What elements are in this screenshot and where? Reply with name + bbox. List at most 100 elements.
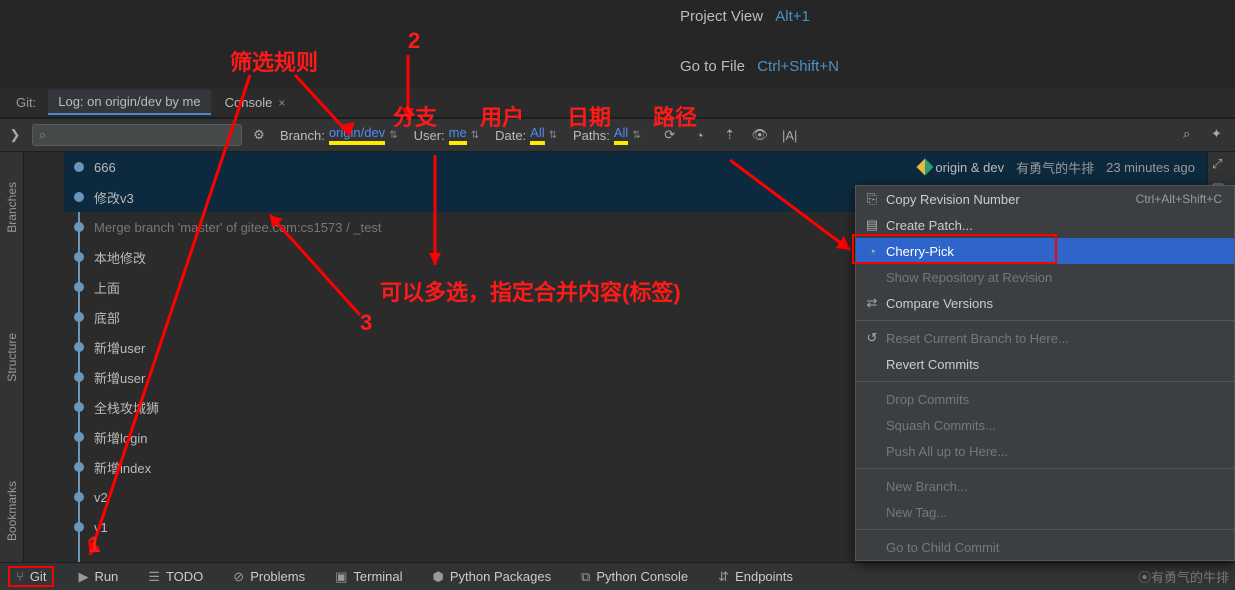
filter-branch[interactable]: Branch: origin/dev ⇅ (276, 125, 402, 145)
expand-icon[interactable]: ⤢ (1208, 152, 1235, 176)
rail-structure[interactable]: Structure (5, 333, 19, 382)
chevron-down-icon: ⇅ (471, 130, 479, 141)
filter-date-value: All (530, 125, 544, 145)
menu-label: Compare Versions (886, 296, 993, 311)
tag-icon (917, 159, 934, 176)
python-packages-icon: ⬢ (433, 569, 444, 585)
commit-message: 666 (94, 160, 919, 175)
todo-icon: ☰ (148, 569, 160, 585)
filter-user[interactable]: User: me ⇅ (410, 125, 484, 145)
chevron-down-icon: ⇅ (389, 130, 397, 141)
commit-dot-icon (74, 162, 84, 172)
filter-branch-label: Branch: (280, 128, 325, 143)
menu-icon: ⎘ (864, 191, 880, 207)
rail-branches[interactable]: Branches (5, 182, 19, 233)
menu-item-compare-versions[interactable]: ⇄ Compare Versions (856, 290, 1234, 316)
bottom-git[interactable]: ⑂Git (8, 566, 54, 587)
menu-icon: ▤ (864, 217, 880, 233)
bottom-todo[interactable]: ☰TODO (142, 567, 209, 587)
search-input[interactable]: ⌕ (32, 124, 242, 146)
auto-import-icon[interactable]: ✦ (1211, 126, 1229, 144)
gear-icon[interactable]: ⚙ (250, 126, 268, 144)
log-toolbar-icons: ⟳ ◔ ⇡ 👁 |A| (661, 126, 1175, 144)
rail-bookmarks[interactable]: Bookmarks (5, 481, 19, 541)
commit-dot-icon (74, 282, 84, 292)
tab-log[interactable]: Log: on origin/dev by me (48, 90, 210, 115)
filter-user-label: User: (414, 128, 445, 143)
filter-paths-label: Paths: (573, 128, 610, 143)
project-view-hint: Project View Alt+1 (680, 8, 810, 25)
commit-dot-icon (74, 462, 84, 472)
goto-file-hint: Go to File Ctrl+Shift+N (680, 58, 839, 75)
bottom-problems[interactable]: ⊘Problems (227, 567, 311, 587)
bottom-python-packages[interactable]: ⬢ Python Packages (427, 567, 558, 587)
commit-dot-icon (74, 312, 84, 322)
menu-label: Drop Commits (886, 392, 969, 407)
menu-item-drop-commits: Drop Commits (856, 386, 1234, 412)
menu-item-reset-current-branch-to-here: ↺Reset Current Branch to Here... (856, 325, 1234, 351)
cherry-pick-icon[interactable]: ◔ (691, 126, 709, 144)
filter-branch-value: origin/dev (329, 125, 385, 145)
left-rail: Branches Structure Bookmarks (0, 152, 24, 562)
menu-icon: ⇄ (864, 295, 880, 311)
filter-date[interactable]: Date: All ⇅ (491, 125, 561, 145)
menu-label: Squash Commits... (886, 418, 996, 433)
menu-separator (856, 381, 1234, 382)
menu-item-revert-commits[interactable]: Revert Commits (856, 351, 1234, 377)
chevron-down-icon: ⇅ (549, 130, 557, 141)
refresh-icon[interactable]: ⟳ (661, 126, 679, 144)
menu-item-copy-revision-number[interactable]: ⎘Copy Revision NumberCtrl+Alt+Shift+C (856, 186, 1234, 212)
menu-label: Show Repository at Revision (886, 270, 1052, 285)
git-icon: ⑂ (16, 569, 24, 584)
goto-file-shortcut: Ctrl+Shift+N (757, 58, 839, 75)
menu-item-cherry-pick[interactable]: ◔Cherry-Pick (856, 238, 1234, 264)
commit-meta: origin & dev有勇气的牛排23 minutes ago (919, 158, 1207, 177)
chevron-right-icon[interactable]: ❯ (6, 127, 24, 143)
search-everywhere-icon[interactable]: ⌕ (1183, 126, 1201, 144)
menu-item-create-patch[interactable]: ▤Create Patch... (856, 212, 1234, 238)
branch-tag-label: origin & dev (935, 160, 1004, 175)
menu-separator (856, 529, 1234, 530)
menu-separator (856, 468, 1234, 469)
menu-item-go-to-child-commit: Go to Child Commit (856, 534, 1234, 560)
menu-separator (856, 320, 1234, 321)
branch-tag[interactable]: origin & dev (919, 160, 1004, 175)
commit-dot-icon (74, 342, 84, 352)
bottom-label: Problems (250, 569, 305, 584)
project-view-shortcut: Alt+1 (775, 8, 810, 25)
commit-row[interactable]: 666origin & dev有勇气的牛排23 minutes ago (64, 152, 1207, 182)
tab-console[interactable]: Console × (215, 91, 296, 114)
menu-item-squash-commits: Squash Commits... (856, 412, 1234, 438)
tab-console-label: Console (225, 95, 273, 110)
close-icon[interactable]: × (278, 96, 285, 110)
regex-icon[interactable]: |A| (781, 126, 799, 144)
right-side-icons: ⌕ ✦ (1183, 126, 1229, 144)
menu-item-new-branch: New Branch... (856, 473, 1234, 499)
bottom-endpoints[interactable]: ⇵Endpoints (712, 567, 799, 587)
eye-icon[interactable]: 👁 (751, 126, 769, 144)
bottom-python-console[interactable]: ⧉Python Console (575, 567, 694, 587)
commit-dot-icon (74, 192, 84, 202)
search-field[interactable] (50, 128, 235, 143)
commit-dot-icon (74, 372, 84, 382)
menu-item-show-repository-at-revision: Show Repository at Revision (856, 264, 1234, 290)
commit-dot-icon (74, 522, 84, 532)
bottom-label: Python Packages (450, 569, 551, 584)
commit-dot-icon (74, 402, 84, 412)
editor-hint-area: Project View Alt+1 Go to File Ctrl+Shift… (0, 0, 1235, 88)
search-icon: ⌕ (39, 127, 46, 143)
watermark: ⦿有勇气的牛排 (1138, 567, 1229, 586)
bottom-terminal[interactable]: ▣Terminal (329, 567, 408, 587)
bottom-label: Python Console (596, 569, 688, 584)
run-icon: ▶ (78, 569, 88, 585)
goto-file-label: Go to File (680, 58, 745, 75)
bottom-run[interactable]: ▶Run (72, 567, 124, 587)
filter-paths[interactable]: Paths: All ⇅ (569, 125, 645, 145)
menu-label: Reset Current Branch to Here... (886, 331, 1069, 346)
commit-author: 有勇气的牛排 (1016, 158, 1094, 177)
tab-log-label: Log: on origin/dev by me (58, 94, 200, 109)
push-icon[interactable]: ⇡ (721, 126, 739, 144)
filter-paths-value: All (614, 125, 628, 145)
filter-date-label: Date: (495, 128, 526, 143)
commit-dot-icon (74, 252, 84, 262)
